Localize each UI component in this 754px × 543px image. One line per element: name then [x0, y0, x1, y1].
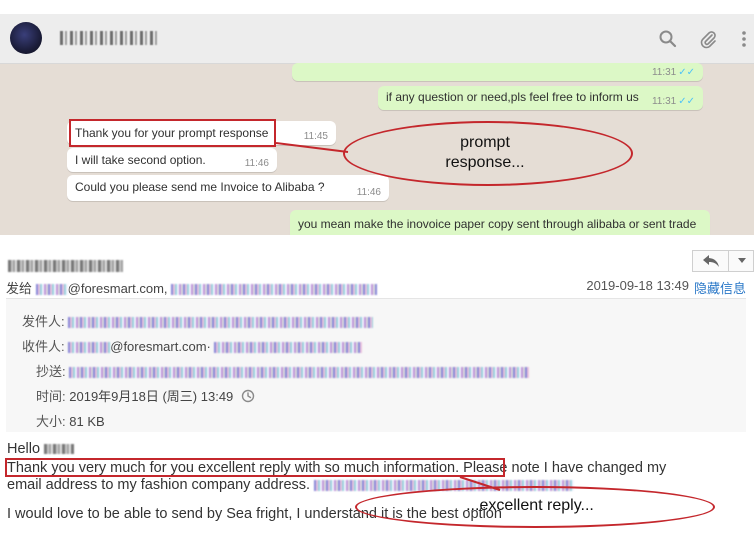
message-time: 11:46: [244, 158, 269, 169]
message-text: I will take second option.: [75, 153, 206, 167]
recipient-domain: @foresmart.com·: [110, 339, 211, 354]
read-ticks-icon: ✓✓: [678, 96, 695, 107]
greeting-line: Hello: [7, 441, 747, 458]
message-bubble-incoming[interactable]: Could you please send me Invoice to Alib…: [67, 175, 389, 201]
size-label: 大小:: [36, 414, 66, 429]
contact-name-redacted[interactable]: [60, 31, 160, 45]
search-icon[interactable]: [658, 29, 678, 49]
time-label: 时间:: [36, 389, 66, 404]
message-text: you mean make the inovoice paper copy se…: [298, 217, 697, 231]
paperclip-icon[interactable]: [698, 29, 718, 49]
body-line-2-text: email address to my fashion company addr…: [7, 477, 311, 493]
recipient-row: 收件人: @foresmart.com·: [22, 336, 363, 355]
read-ticks-icon: ✓✓: [678, 67, 695, 78]
message-bubble-outgoing[interactable]: you mean make the inovoice paper copy se…: [290, 210, 710, 235]
message-bubble-incoming[interactable]: I will take second option. 11:46: [67, 148, 277, 172]
recipient-redacted: [68, 342, 111, 354]
message-bubble-outgoing[interactable]: if any question or need,pls feel free to…: [378, 86, 703, 110]
message-text: if any question or need,pls feel free to…: [386, 90, 639, 104]
message-time: 11:45: [303, 131, 328, 142]
name-redacted: [44, 444, 75, 455]
chevron-down-icon[interactable]: [730, 251, 754, 271]
cc-label: 抄送:: [36, 364, 66, 379]
recipient-redacted: [214, 342, 363, 354]
more-vertical-icon[interactable]: [740, 29, 748, 49]
message-time: 11:46: [356, 187, 381, 198]
clock-icon[interactable]: [241, 389, 255, 403]
time-value: 2019年9月18日 (周三) 13:49: [69, 389, 234, 404]
hide-info-link[interactable]: 隐藏信息: [694, 278, 746, 297]
from-redacted: [68, 317, 374, 329]
annotation-prompt-text: prompt response...: [445, 134, 525, 171]
message-bubble-outgoing[interactable]: 11:31 ✓✓: [292, 63, 703, 81]
mail-details-panel: 发件人: 收件人: @foresmart.com· 抄送: 时间: 2019年9…: [6, 298, 746, 432]
top-strip: [0, 0, 754, 14]
whatsapp-chat-panel: 11:31 ✓✓ if any question or need,pls feel…: [0, 0, 754, 235]
reply-icon[interactable]: [693, 251, 729, 271]
from-label: 发件人:: [22, 314, 65, 329]
sender-name-redacted: [8, 260, 123, 272]
highlight-box-prompt: [69, 119, 276, 147]
to-line: 发给 @foresmart.com,: [6, 278, 378, 297]
to-prefix: 发给: [6, 281, 33, 296]
to-domain: @foresmart.com,: [67, 281, 168, 296]
cc-row: 抄送:: [36, 361, 530, 380]
recipient-redacted: [171, 284, 378, 296]
time-row: 时间: 2019年9月18日 (周三) 13:49: [36, 386, 255, 405]
greeting: Hello: [7, 441, 41, 457]
mail-date: 2019-09-18 13:49: [586, 278, 689, 293]
size-row: 大小: 81 KB: [36, 411, 105, 430]
chat-header: [0, 14, 754, 64]
recipient-redacted: [35, 284, 68, 296]
size-value: 81 KB: [69, 414, 105, 429]
message-time: 11:31: [651, 67, 677, 78]
avatar[interactable]: [10, 22, 42, 54]
highlight-box-excellent: [5, 458, 505, 477]
from-row: 发件人:: [22, 311, 374, 330]
annotation-excellent-text: ...excellent reply...: [466, 497, 594, 514]
message-text: Could you please send me Invoice to Alib…: [75, 180, 325, 194]
mail-toolbar: [692, 250, 754, 272]
recipient-label: 收件人:: [22, 339, 65, 354]
cc-redacted: [69, 367, 530, 379]
message-time: 11:31: [651, 96, 677, 107]
